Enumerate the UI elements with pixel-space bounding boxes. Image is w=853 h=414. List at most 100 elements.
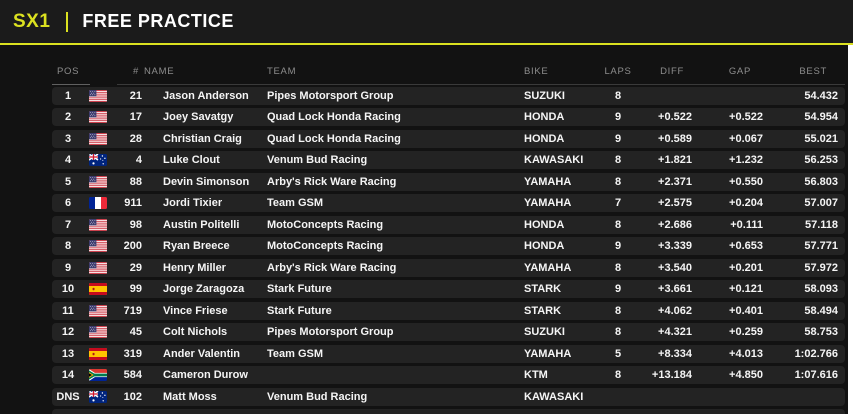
table-row: 9 29 Henry Miller Arby's Rick Ware Racin… <box>52 258 845 277</box>
rider-number-cell: 99 <box>129 283 142 295</box>
team-cell: Team GSM <box>267 197 324 209</box>
bike-cell: HONDA <box>524 240 565 252</box>
bike-cell: KTM <box>524 369 548 381</box>
rider-number-cell: 719 <box>123 304 142 317</box>
laps-cell: 8 <box>614 218 622 231</box>
diff-cell: +3.339 <box>658 240 692 252</box>
bike-cell: HONDA <box>524 132 565 145</box>
diff-cell: +1.821 <box>658 154 692 166</box>
flag-icon-es <box>84 347 112 360</box>
flag-icon-us <box>84 89 112 102</box>
gap-cell: +4.850 <box>729 369 763 381</box>
bike-cell: SUZUKI <box>524 326 565 338</box>
flag-icon-us <box>84 175 112 188</box>
laps-cell: 7 <box>614 197 622 209</box>
topbar: SX1 FREE PRACTICE <box>0 0 853 45</box>
timing-screen: SX1 FREE PRACTICE POS # NAME TEAM BIKE L… <box>0 0 853 414</box>
flag-icon-us <box>84 218 112 231</box>
position-cell: 1 <box>64 89 72 102</box>
rider-name-cell: Henry Miller <box>163 261 226 274</box>
diff-cell: +4.062 <box>658 304 692 317</box>
laps-cell: 9 <box>614 240 622 252</box>
rider-number-cell: 29 <box>129 261 142 274</box>
table-row: 11 719 Vince Friese Stark Future STARK 8… <box>52 301 845 320</box>
bike-cell: STARK <box>524 283 562 295</box>
partial-next-row <box>52 409 845 414</box>
gap-cell: +0.201 <box>729 261 763 274</box>
team-cell: Pipes Motorsport Group <box>267 89 394 102</box>
rider-name-cell: Luke Clout <box>163 154 220 166</box>
bike-cell: HONDA <box>524 218 565 231</box>
team-cell: Quad Lock Honda Racing <box>267 132 401 145</box>
column-header-gap: GAP <box>728 65 751 77</box>
laps-cell: 8 <box>614 154 622 166</box>
team-cell: MotoConcepts Racing <box>267 240 384 252</box>
header-underline-main <box>117 84 845 85</box>
diff-cell: +3.540 <box>658 261 692 274</box>
diff-cell: +0.522 <box>658 111 692 123</box>
position-cell: 3 <box>64 132 72 145</box>
bike-cell: STARK <box>524 304 562 317</box>
rider-name-cell: Austin Politelli <box>163 218 240 231</box>
bike-cell: KAWASAKI <box>524 390 584 403</box>
team-cell: Team GSM <box>267 347 324 360</box>
diff-cell: +2.371 <box>658 175 692 188</box>
best-cell: 54.954 <box>804 111 838 123</box>
team-cell: Stark Future <box>267 304 332 317</box>
rider-name-cell: Devin Simonson <box>163 175 250 188</box>
results-panel: POS # NAME TEAM BIKE LAPS DIFF GAP BEST … <box>0 45 853 414</box>
rider-name-cell: Ander Valentin <box>163 347 241 360</box>
best-cell: 58.753 <box>804 326 838 338</box>
gap-cell: +0.259 <box>729 326 763 338</box>
gap-cell: +0.204 <box>729 197 763 209</box>
rider-number-cell: 45 <box>129 326 142 338</box>
gap-cell: +0.522 <box>729 111 763 123</box>
table-row: 1 21 Jason Anderson Pipes Motorsport Gro… <box>52 86 845 105</box>
position-cell: 11 <box>62 304 74 317</box>
bike-cell: YAMAHA <box>524 175 572 188</box>
diff-cell: +0.589 <box>658 132 692 145</box>
rider-number-cell: 28 <box>129 132 142 145</box>
best-cell: 58.093 <box>804 283 838 295</box>
column-header-bike: BIKE <box>524 65 549 77</box>
rider-name-cell: Jorge Zaragoza <box>163 283 245 295</box>
table-row: 12 45 Colt Nichols Pipes Motorsport Grou… <box>52 323 845 341</box>
gap-cell: +0.111 <box>730 218 763 231</box>
position-cell: 4 <box>64 154 72 166</box>
best-cell: 55.021 <box>804 132 838 145</box>
bike-cell: KAWASAKI <box>524 154 584 166</box>
table-row: 4 4 Luke Clout Venum Bud Racing KAWASAKI… <box>52 151 845 169</box>
gap-cell: +0.550 <box>729 175 763 188</box>
rider-name-cell: Vince Friese <box>163 304 228 317</box>
laps-cell: 8 <box>614 175 622 188</box>
column-header-laps: LAPS <box>604 65 632 77</box>
gap-cell: +0.653 <box>729 240 763 252</box>
flag-icon-us <box>84 132 112 145</box>
best-cell: 57.118 <box>804 218 838 231</box>
team-cell: Venum Bud Racing <box>267 390 368 403</box>
bike-cell: HONDA <box>524 111 565 123</box>
position-cell: 12 <box>61 326 75 338</box>
table-row: 2 17 Joey Savatgy Quad Lock Honda Racing… <box>52 108 845 126</box>
diff-cell: +13.184 <box>651 369 692 381</box>
position-cell: 7 <box>64 218 72 231</box>
rider-name-cell: Jason Anderson <box>163 89 249 102</box>
flag-icon-za <box>84 369 112 381</box>
gap-cell: +4.013 <box>729 347 763 360</box>
diff-cell: +3.661 <box>658 283 692 295</box>
rider-name-cell: Colt Nichols <box>163 326 228 338</box>
column-header-number: # <box>133 65 139 77</box>
separator-bar <box>66 11 69 32</box>
rider-number-cell: 98 <box>129 218 142 231</box>
laps-cell: 9 <box>614 111 622 123</box>
position-cell: 10 <box>61 283 75 295</box>
table-body: 1 21 Jason Anderson Pipes Motorsport Gro… <box>52 86 845 406</box>
team-cell: Pipes Motorsport Group <box>267 326 394 338</box>
rider-number-cell: 4 <box>135 154 142 166</box>
rider-number-cell: 584 <box>123 369 142 381</box>
gap-cell: +1.232 <box>729 154 763 166</box>
rider-name-cell: Christian Craig <box>163 132 242 145</box>
results-table: POS # NAME TEAM BIKE LAPS DIFF GAP BEST … <box>52 45 845 406</box>
best-cell: 56.803 <box>804 175 838 188</box>
gap-cell: +0.401 <box>729 304 763 317</box>
